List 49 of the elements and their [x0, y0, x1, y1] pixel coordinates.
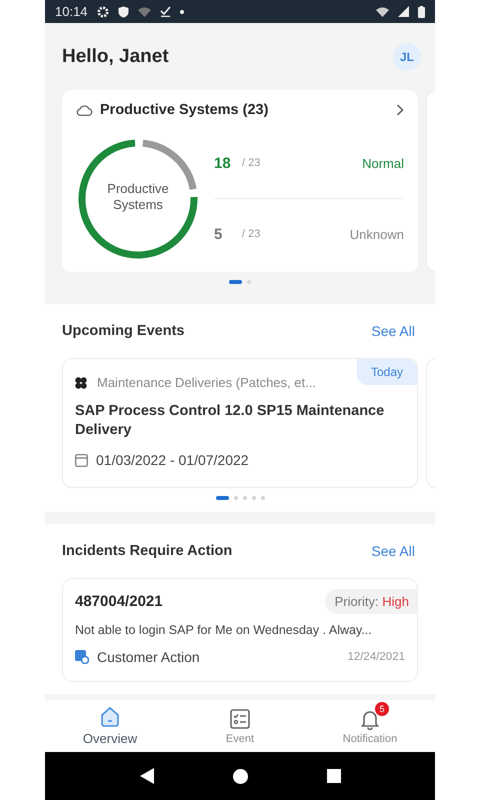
- total: / 23: [242, 228, 262, 240]
- tab[interactable]: 5 Notification: [305, 700, 435, 752]
- cloud-icon: [76, 104, 93, 116]
- settings-icon: [96, 6, 109, 18]
- incident-date: 12/24/2021: [347, 651, 405, 664]
- chevron-right-icon[interactable]: [396, 104, 404, 116]
- status-label: Unknown: [350, 226, 404, 242]
- event-dates: 01/03/2022 - 01/07/2022: [96, 452, 249, 468]
- status-time: 10:14: [55, 4, 88, 20]
- greeting: Hello, Janet: [62, 46, 169, 68]
- donut-label: Productive Systems: [106, 180, 170, 213]
- download-icon: [160, 6, 171, 18]
- tab[interactable]: Event: [175, 700, 305, 752]
- card-title: Productive Systems (23): [100, 102, 270, 118]
- wifi-icon: [376, 6, 389, 17]
- section-title: Incidents Require Action: [62, 543, 232, 560]
- systems-card[interactable]: Productive Systems (23) Productive Systems 18 / 23 Normal 5 / 23 Unknown: [62, 90, 418, 272]
- priority-tag: Priority: High: [324, 588, 417, 614]
- back-icon[interactable]: [140, 768, 154, 784]
- event-card[interactable]: Today Maintenance Deliveries (Patches, et... SAP Process Control 12.0 SP15 Maintenance Delivery 01/03/2022 - 01/07/2022: [62, 358, 418, 488]
- battery-icon: [418, 6, 425, 18]
- dot-icon: [180, 10, 184, 14]
- recents-icon[interactable]: [326, 769, 340, 783]
- signal-icon: [398, 6, 409, 18]
- count: 18: [214, 154, 232, 172]
- calendar-icon: [75, 454, 88, 467]
- incident-status: Customer Action: [97, 649, 200, 666]
- clover-icon: [75, 376, 87, 389]
- avatar[interactable]: JL: [393, 42, 421, 71]
- home-icon: [99, 706, 121, 728]
- checklist-icon: [229, 708, 251, 730]
- status-label: Normal: [362, 156, 404, 171]
- event-title: SAP Process Control 12.0 SP15 Maintenance Delivery: [75, 402, 386, 440]
- wifi-icon: [138, 6, 151, 17]
- home-icon[interactable]: [232, 768, 248, 784]
- tab[interactable]: Overview: [45, 700, 175, 752]
- shield-icon: [118, 6, 129, 18]
- see-all-link[interactable]: See All: [371, 543, 415, 560]
- section-title: Upcoming Events: [62, 323, 184, 340]
- incident-card[interactable]: 487004/2021 Priority: High Not able to login SAP for Me on Wednesday . Alway... Customer Action 12/24/2021: [62, 578, 418, 682]
- see-all-link[interactable]: See All: [371, 323, 415, 340]
- status-icon: [75, 650, 89, 664]
- today-tag: Today: [356, 359, 417, 386]
- total: / 23: [242, 157, 262, 170]
- incident-id: 487004/2021: [75, 592, 163, 610]
- event-category: Maintenance Deliveries (Patches, et...: [97, 375, 316, 390]
- incident-description: Not able to login SAP for Me on Wednesday . Alway...: [75, 623, 373, 638]
- count: 5: [214, 226, 224, 243]
- notification-badge: 5: [375, 702, 389, 716]
